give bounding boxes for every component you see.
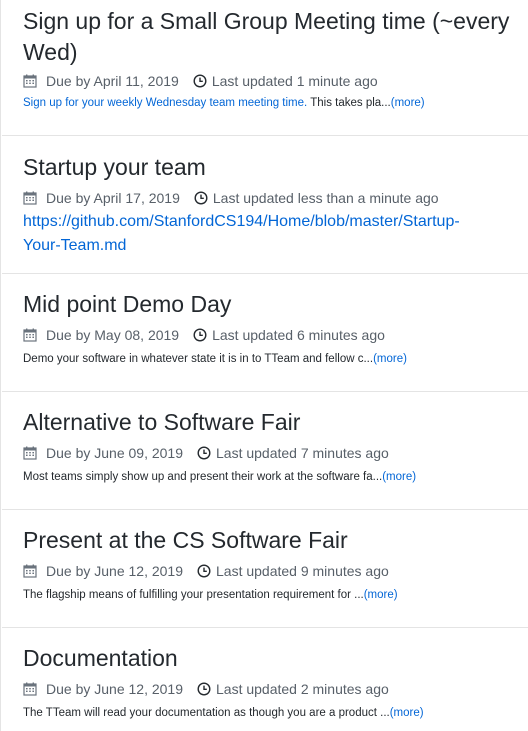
assignment-item[interactable]: Present at the CS Software Fair Due by J… xyxy=(2,510,528,628)
assignment-title[interactable]: Documentation xyxy=(23,643,520,674)
clock-icon xyxy=(197,682,211,696)
due-date: Due by June 12, 2019 xyxy=(46,681,183,697)
description-text: Demo your software in whatever state it … xyxy=(23,353,374,365)
assignment-meta: Due by June 12, 2019 Last updated 2 minu… xyxy=(23,678,520,700)
assignment-description: Most teams simply show up and present th… xyxy=(23,469,520,485)
more-link[interactable]: (more) xyxy=(391,97,425,109)
more-link[interactable]: (more) xyxy=(373,353,407,365)
assignment-meta: Due by May 08, 2019 Last updated 6 minut… xyxy=(23,324,520,346)
due-date: Due by May 08, 2019 xyxy=(46,327,180,343)
clock-icon xyxy=(193,328,207,342)
assignment-description: The flagship means of fulfilling your pr… xyxy=(23,587,520,603)
last-updated: Last updated 1 minute ago xyxy=(211,73,378,89)
description-text: This takes pla... xyxy=(307,97,391,109)
due-date: Due by April 17, 2019 xyxy=(46,190,180,206)
more-link[interactable]: (more) xyxy=(382,471,416,483)
assignment-title[interactable]: Present at the CS Software Fair xyxy=(23,525,520,556)
assignment-description: The TTeam will read your documentation a… xyxy=(23,705,520,721)
assignment-title[interactable]: Mid point Demo Day xyxy=(23,289,520,320)
due-date: Due by June 12, 2019 xyxy=(46,563,183,579)
assignment-title[interactable]: Sign up for a Small Group Meeting time (… xyxy=(23,6,520,68)
calendar-icon xyxy=(23,191,37,205)
last-updated: Last updated 6 minutes ago xyxy=(212,327,385,343)
assignment-meta: Due by June 09, 2019 Last updated 7 minu… xyxy=(23,442,520,464)
url-line-1: https://github.com/StanfordCS194/Home/bl… xyxy=(23,213,460,230)
more-link[interactable]: (more) xyxy=(390,707,424,719)
more-link[interactable]: (more) xyxy=(364,589,398,601)
assignment-description: Demo your software in whatever state it … xyxy=(23,351,520,367)
assignment-description: Sign up for your weekly Wednesday team m… xyxy=(23,95,520,111)
assignment-item[interactable]: Startup your team Due by April 17, 2019 … xyxy=(2,136,528,274)
assignment-meta: Due by April 17, 2019 Last updated less … xyxy=(23,187,520,209)
calendar-icon xyxy=(23,682,37,696)
due-date: Due by June 09, 2019 xyxy=(46,445,183,461)
description-text: The flagship means of fulfilling your pr… xyxy=(23,589,364,601)
last-updated: Last updated 7 minutes ago xyxy=(216,445,389,461)
last-updated: Last updated less than a minute ago xyxy=(212,190,439,206)
clock-icon xyxy=(197,564,211,578)
assignment-item[interactable]: Documentation Due by June 12, 2019 Last … xyxy=(2,628,528,731)
assignment-title[interactable]: Alternative to Software Fair xyxy=(23,407,520,438)
assignment-list: Sign up for a Small Group Meeting time (… xyxy=(0,0,528,731)
assignment-meta: Due by June 12, 2019 Last updated 9 minu… xyxy=(23,560,520,582)
description-text: Most teams simply show up and present th… xyxy=(23,471,383,483)
assignment-item[interactable]: Mid point Demo Day Due by May 08, 2019 L… xyxy=(2,274,528,392)
calendar-icon xyxy=(23,446,37,460)
clock-icon xyxy=(197,446,211,460)
assignment-url[interactable]: https://github.com/StanfordCS194/Home/bl… xyxy=(23,210,520,258)
calendar-icon xyxy=(23,74,37,88)
clock-icon xyxy=(193,74,207,88)
assignment-item[interactable]: Sign up for a Small Group Meeting time (… xyxy=(2,0,528,136)
assignment-meta: Due by April 11, 2019 Last updated 1 min… xyxy=(23,70,520,92)
due-date: Due by April 11, 2019 xyxy=(46,73,179,89)
description-text: The TTeam will read your documentation a… xyxy=(23,707,390,719)
last-updated: Last updated 9 minutes ago xyxy=(216,563,389,579)
calendar-icon xyxy=(23,564,37,578)
url-line-2: Your-Team.md xyxy=(23,237,127,254)
calendar-icon xyxy=(23,328,37,342)
assignment-item[interactable]: Alternative to Software Fair Due by June… xyxy=(2,392,528,510)
assignment-title[interactable]: Startup your team xyxy=(23,152,520,183)
description-link[interactable]: Sign up for your weekly Wednesday team m… xyxy=(23,97,307,109)
clock-icon xyxy=(194,191,208,205)
last-updated: Last updated 2 minutes ago xyxy=(216,681,389,697)
